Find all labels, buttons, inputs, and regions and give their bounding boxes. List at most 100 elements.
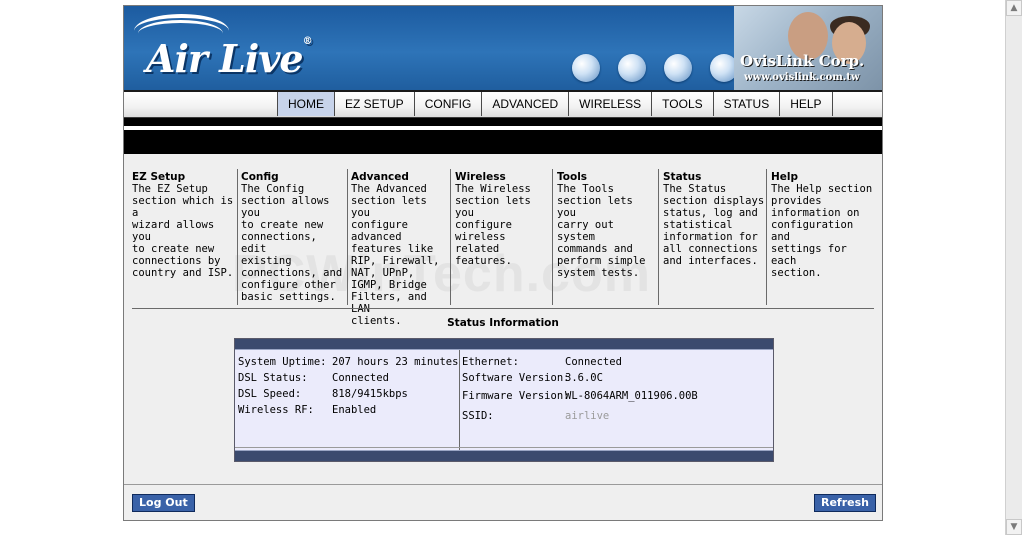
section-text-line: information for [663,231,758,243]
brand-name: OvisLink Corp. [740,52,865,70]
router-admin-page: Air Live® OvisLink Corp. www.ovislink.co… [123,5,883,521]
ssid-label: SSID: [462,410,494,422]
vertical-scrollbar[interactable]: ▲ ▼ [1005,0,1022,535]
logout-button[interactable]: Log Out [132,494,195,512]
section-text-line: connections, and [241,267,343,279]
column-divider [347,169,348,305]
column-divider [552,169,553,305]
section-text-line: basic settings. [241,291,336,303]
column-divider [766,169,767,305]
section-text-line: section lets you [557,195,633,219]
ethernet-value: Connected [565,356,622,368]
nav-tabs: HOME EZ SETUP CONFIG ADVANCED WIRELESS T… [277,92,833,118]
brand-url: www.ovislink.com.tw [744,72,860,83]
refresh-button[interactable]: Refresh [814,494,876,512]
header-photo: OvisLink Corp. www.ovislink.com.tw [734,6,882,90]
tab-status[interactable]: STATUS [714,92,781,116]
tab-tools[interactable]: TOOLS [652,92,714,116]
section-text-line: information on [771,207,860,219]
section-text-line: NAT, UPnP, [351,267,415,279]
section-text-line: configuration and [771,219,854,243]
section-title: Tools [557,171,588,183]
section-text-line: statistical [663,219,733,231]
section-text-line: section lets you [455,195,531,219]
section-divider [132,308,874,309]
status-information-panel: System Uptime: 207 hours 23 minutes DSL … [234,338,774,462]
section-text-line: wizard allows you [132,219,215,243]
section-text-line: features. [455,255,512,267]
section-text-line: and interfaces. [663,255,758,267]
section-text-line: carry out system [557,219,614,243]
section-title: Wireless [455,171,506,183]
tab-home[interactable]: HOME [277,92,335,116]
section-text-line: section displays [663,195,765,207]
section-text-line: provides [771,195,822,207]
section-title: Config [241,171,279,183]
footer-divider [124,484,882,485]
section-text-line: configure [455,219,512,231]
section-text-line: RIP, Firewall, [351,255,440,267]
firmware-version-label: Firmware Version: [462,390,570,402]
section-text-line: country and ISP. [132,267,234,279]
tab-advanced[interactable]: ADVANCED [482,92,570,116]
section-tools: Tools The Tools section lets you carry o… [557,171,657,279]
ethernet-label: Ethernet: [462,356,519,368]
tab-ez-setup[interactable]: EZ SETUP [335,92,415,116]
section-text-line: commands and [557,243,633,255]
section-text-line: features like [351,243,434,255]
panel-bottom-rule [235,447,773,448]
section-text-line: configure [351,219,408,231]
logo-text: Air Live [146,36,304,81]
section-text-line: The Config [241,183,305,195]
tab-wireless[interactable]: WIRELESS [569,92,653,116]
scroll-down-icon[interactable]: ▼ [1006,519,1022,535]
section-text-line: Filters, and LAN [351,291,427,315]
section-text-line: The Advanced [351,183,427,195]
section-ez-setup: EZ Setup The EZ Setup section which is a… [132,171,236,279]
section-text-line: IGMP, Bridge [351,279,427,291]
main-nav: HOME EZ SETUP CONFIG ADVANCED WIRELESS T… [124,90,882,118]
section-text-line: configure other [241,279,336,291]
system-uptime-value: 207 hours 23 minutes [332,356,459,368]
section-text-line: The Status [663,183,727,195]
section-status: Status The Status section displays statu… [663,171,765,267]
section-text-line: connections, edit [241,231,317,255]
dsl-status-label: DSL Status: [238,372,308,384]
firmware-version-value: WL-8064ARM_011906.00B [565,390,698,402]
section-text-line: all connections [663,243,758,255]
panel-column-divider [459,350,460,451]
section-title: Status [663,171,702,183]
section-text-line: status, log and [663,207,758,219]
section-title: EZ Setup [132,171,186,183]
section-text-line: section. [771,267,822,279]
section-wireless: Wireless The Wireless section lets you c… [455,171,551,267]
tab-config[interactable]: CONFIG [415,92,483,116]
section-text-line: section allows you [241,195,330,219]
divider-bar [124,118,882,126]
section-advanced: Advanced The Advanced section lets you c… [351,171,449,327]
subheader-bar [124,130,882,154]
section-text-line: to create new [132,243,215,255]
globe-icon [664,54,692,82]
dsl-status-value: Connected [332,372,389,384]
section-text-line: The Wireless [455,183,531,195]
ssid-value: airlive [565,410,610,422]
software-version-label: Software Version: [462,372,570,384]
software-version-value: 3.6.0C [565,372,603,384]
wireless-rf-label: Wireless RF: [238,404,314,416]
section-text-line: settings for each [771,243,847,267]
section-text-line: to create new [241,219,324,231]
column-divider [237,169,238,305]
section-text-line: connections by [132,255,221,267]
dsl-speed-label: DSL Speed: [238,388,302,400]
column-divider [658,169,659,305]
panel-bottom-bar [235,450,773,461]
section-text-line: The Help section [771,183,873,195]
globe-icon [618,54,646,82]
section-text-line: perform simple [557,255,646,267]
tab-help[interactable]: HELP [780,92,833,116]
column-divider [450,169,451,305]
section-title: Advanced [351,171,409,183]
scroll-up-icon[interactable]: ▲ [1006,0,1022,16]
section-help: Help The Help section provides informati… [771,171,877,279]
